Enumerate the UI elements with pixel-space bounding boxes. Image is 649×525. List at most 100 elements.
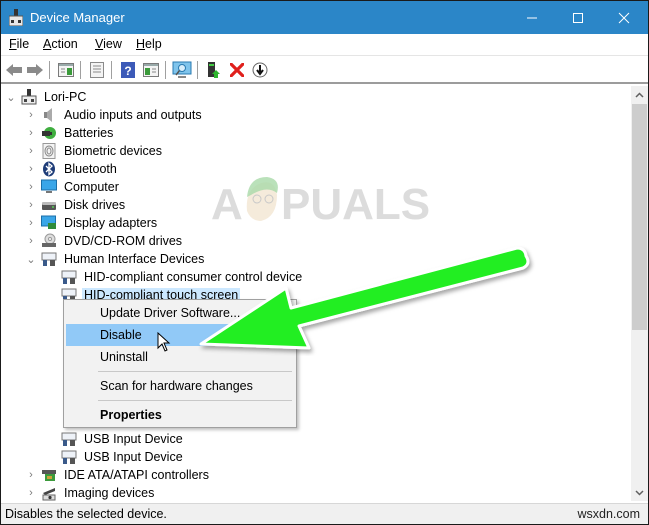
chevron-right-icon[interactable]: ›: [25, 484, 37, 501]
computer-root-icon: [21, 89, 37, 105]
ctx-separator: [98, 371, 292, 372]
chevron-down-icon: [635, 489, 644, 496]
chevron-right-icon[interactable]: ›: [25, 214, 37, 232]
scan-hardware-button[interactable]: [172, 60, 192, 80]
ctx-update-driver[interactable]: Update Driver Software...: [66, 302, 294, 324]
chevron-right-icon[interactable]: ›: [25, 142, 37, 160]
tree-item-ide-controllers[interactable]: › IDE ATA/ATAPI controllers: [25, 466, 211, 484]
help-button[interactable]: ?: [118, 60, 138, 80]
toolbar-separator: [80, 61, 81, 79]
tree-item-label: USB Input Device: [84, 450, 183, 464]
menu-action[interactable]: Action: [43, 37, 78, 51]
update-driver-icon: [208, 62, 220, 78]
close-icon: [618, 12, 630, 23]
svg-text:?: ?: [124, 64, 131, 78]
tree-item-label: Biometric devices: [64, 144, 162, 158]
tree-item-bluetooth[interactable]: › Bluetooth: [25, 160, 119, 178]
tree-item-disk-drives[interactable]: › Disk drives: [25, 196, 127, 214]
fingerprint-icon: [42, 143, 56, 159]
minimize-icon: [527, 17, 537, 18]
device-tree: ⌄ Lori-PC › Audio inputs and outputs › B…: [1, 86, 631, 501]
chevron-right-icon[interactable]: ›: [25, 196, 37, 214]
uninstall-button[interactable]: [227, 60, 247, 80]
battery-icon: [42, 127, 56, 139]
bluetooth-icon: [43, 161, 55, 177]
mouse-cursor-icon: [157, 332, 171, 352]
window-title: Device Manager: [30, 10, 125, 25]
maximize-button[interactable]: [555, 1, 601, 34]
tree-item-batteries[interactable]: › Batteries: [25, 124, 115, 142]
minimize-button[interactable]: [509, 1, 555, 34]
dvd-drive-icon: [42, 233, 56, 247]
tree-item-biometric[interactable]: › Biometric devices: [25, 142, 164, 160]
camera-icon: [42, 488, 56, 501]
down-arrow-circle-icon: [252, 62, 268, 78]
toolbar-separator: [111, 61, 112, 79]
disable-button[interactable]: [250, 60, 270, 80]
tree-item-hid[interactable]: ⌄ Human Interface Devices: [25, 250, 206, 268]
hid-icon: [61, 450, 77, 464]
ctx-properties[interactable]: Properties: [66, 404, 294, 426]
menu-help-label: elp: [145, 37, 162, 51]
action-pane-button[interactable]: [141, 60, 161, 80]
menu-file[interactable]: File: [9, 37, 29, 51]
tree-item-label: Human Interface Devices: [64, 252, 205, 266]
chevron-down-icon[interactable]: ⌄: [25, 250, 37, 268]
tree-item-usb-input-2[interactable]: USB Input Device: [45, 448, 185, 466]
toolbar-separator: [197, 61, 198, 79]
ide-controller-icon: [42, 470, 56, 481]
menu-help[interactable]: Help: [136, 37, 162, 51]
tree-item-computer[interactable]: › Computer: [25, 178, 121, 196]
scroll-up-button[interactable]: [631, 86, 648, 103]
tree-item-display-adapters[interactable]: › Display adapters: [25, 214, 159, 232]
ctx-uninstall[interactable]: Uninstall: [66, 346, 294, 368]
display-adapter-icon: [41, 215, 56, 229]
menu-view[interactable]: View: [95, 37, 122, 51]
status-text: Disables the selected device.: [5, 507, 167, 521]
scroll-thumb[interactable]: [632, 104, 647, 330]
tree-item-audio[interactable]: › Audio inputs and outputs: [25, 106, 204, 124]
menu-help-accel: H: [136, 37, 146, 51]
chevron-right-icon[interactable]: ›: [25, 178, 37, 196]
tree-item-label: Display adapters: [64, 216, 158, 230]
ctx-disable[interactable]: Disable: [66, 324, 294, 346]
device-manager-app-icon: [9, 9, 23, 26]
properties-button[interactable]: [87, 60, 107, 80]
tree-root-label: Lori-PC: [44, 90, 87, 104]
ctx-item-label: Uninstall: [100, 350, 148, 364]
tree-item-imaging-devices[interactable]: › Imaging devices: [25, 484, 156, 501]
vertical-scrollbar[interactable]: [631, 86, 648, 501]
ctx-scan-hardware[interactable]: Scan for hardware changes: [66, 375, 294, 397]
tree-root-lori-pc[interactable]: ⌄ Lori-PC: [5, 88, 88, 106]
maximize-icon: [573, 12, 583, 23]
red-x-icon: [230, 63, 244, 77]
tree-item-hid-consumer-control[interactable]: HID-compliant consumer control device: [45, 268, 304, 286]
tree-item-label: IDE ATA/ATAPI controllers: [64, 468, 209, 482]
tree-item-label: Imaging devices: [64, 486, 155, 500]
hid-icon: [41, 252, 57, 266]
console-tree-icon: [58, 63, 74, 77]
tree-item-label: HID-compliant consumer control device: [84, 270, 303, 284]
toolbar: ?: [1, 56, 648, 84]
chevron-right-icon[interactable]: ›: [25, 160, 37, 178]
back-button[interactable]: [4, 60, 24, 80]
status-bar: Disables the selected device. wsxdn.com: [1, 503, 648, 524]
toolbar-separator: [165, 61, 166, 79]
scroll-down-button[interactable]: [631, 484, 648, 501]
speaker-icon: [44, 108, 52, 122]
chevron-down-icon[interactable]: ⌄: [5, 88, 17, 106]
console-tree-button[interactable]: [56, 60, 76, 80]
chevron-right-icon[interactable]: ›: [25, 232, 37, 250]
chevron-right-icon[interactable]: ›: [25, 466, 37, 484]
chevron-right-icon[interactable]: ›: [25, 124, 37, 142]
ctx-item-label: Properties: [100, 408, 162, 422]
chevron-right-icon[interactable]: ›: [25, 106, 37, 124]
forward-button[interactable]: [25, 60, 45, 80]
update-driver-button[interactable]: [204, 60, 224, 80]
scan-monitor-icon: [172, 61, 192, 78]
title-bar: Device Manager: [1, 1, 648, 34]
close-button[interactable]: [601, 1, 647, 34]
tree-item-usb-input-1[interactable]: USB Input Device: [45, 430, 185, 448]
tree-item-dvd-drives[interactable]: › DVD/CD-ROM drives: [25, 232, 184, 250]
context-menu: Update Driver Software... Disable Uninst…: [63, 299, 297, 428]
